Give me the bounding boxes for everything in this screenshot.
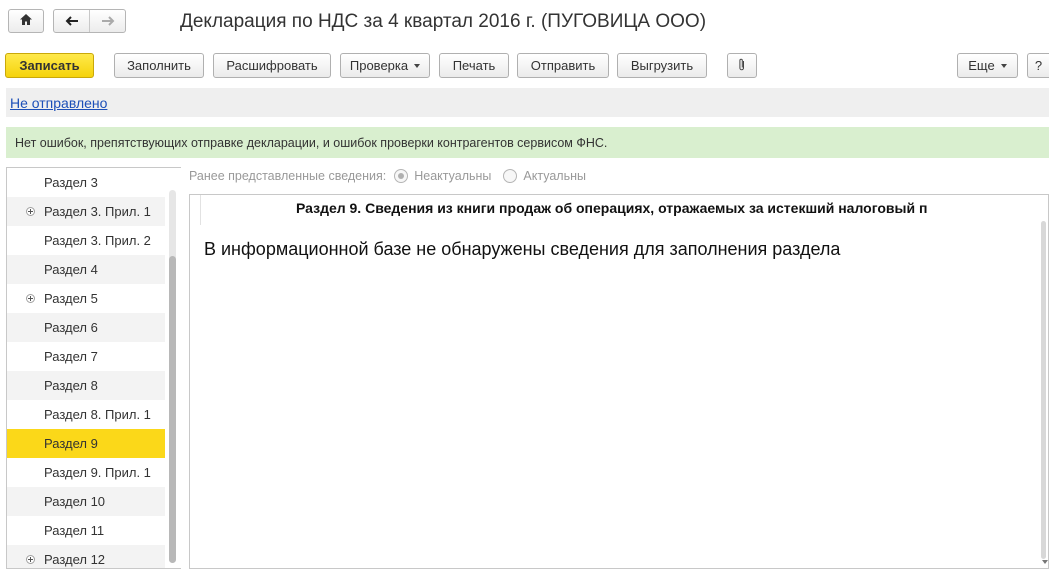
expand-plus-icon[interactable]	[26, 555, 35, 564]
send-status-link[interactable]: Не отправлено	[10, 95, 107, 111]
back-button[interactable]	[54, 10, 89, 32]
sidebar-item-label: Раздел 9	[44, 436, 98, 451]
print-button[interactable]: Печать	[439, 53, 509, 78]
paperclip-icon	[738, 58, 746, 74]
decode-button[interactable]: Расшифровать	[213, 53, 331, 78]
document-scrollbar[interactable]	[1041, 221, 1046, 559]
chevron-down-icon	[1000, 63, 1007, 68]
sidebar-item-section[interactable]: Раздел 6	[7, 313, 165, 342]
send-button[interactable]: Отправить	[517, 53, 609, 78]
sidebar-item-label: Раздел 6	[44, 320, 98, 335]
tree-scrollbar-thumb[interactable]	[169, 256, 176, 563]
sidebar-item-section[interactable]: Раздел 10	[7, 487, 165, 516]
sidebar-item-label: Раздел 5	[44, 291, 98, 306]
chevron-down-icon	[414, 63, 421, 68]
window-title: Декларация по НДС за 4 квартал 2016 г. (…	[180, 11, 707, 32]
sidebar-item-label: Раздел 10	[44, 494, 106, 509]
sidebar-item-label: Раздел 3. Прил. 1	[44, 204, 151, 219]
sidebar-item-label: Раздел 11	[44, 523, 105, 538]
sections-tree: Раздел 3 Раздел 3. Прил. 1 Раздел 3. Прил.…	[6, 167, 181, 569]
section-title: Раздел 9. Сведения из книги продаж об оп…	[296, 200, 928, 216]
document-header: Раздел 9. Сведения из книги продаж об оп…	[190, 195, 1048, 225]
sidebar-item-label: Раздел 8	[44, 378, 98, 393]
sidebar-item-label: Раздел 7	[44, 349, 98, 364]
sidebar-item-label: Раздел 12	[44, 552, 106, 567]
history-navigation	[53, 9, 126, 33]
forward-button[interactable]	[89, 10, 125, 32]
previous-info-selector: Ранее представленные сведения: Неактуаль…	[189, 167, 586, 185]
sidebar-item-section[interactable]: Раздел 8. Прил. 1	[7, 400, 165, 429]
sidebar-item-label: Раздел 3. Прил. 2	[44, 233, 151, 248]
save-button[interactable]: Записать	[5, 53, 94, 78]
expand-plus-icon[interactable]	[26, 294, 35, 303]
sidebar-item-label: Раздел 8. Прил. 1	[44, 407, 151, 422]
no-data-message: В информационной базе не обнаружены свед…	[204, 239, 841, 259]
expand-plus-icon[interactable]	[26, 207, 35, 216]
sidebar-item-section[interactable]: Раздел 8	[7, 371, 165, 400]
arrow-left-icon	[65, 14, 79, 29]
sidebar-item-section[interactable]: Раздел 11	[7, 516, 165, 545]
outdated-radio-label: Неактуальны	[414, 169, 492, 183]
document-row-marker	[190, 195, 201, 225]
tree-scrollbar[interactable]	[169, 190, 176, 563]
sidebar-item-section[interactable]: Раздел 7	[7, 342, 165, 371]
help-button[interactable]: ?	[1027, 53, 1049, 78]
sidebar-item-label: Раздел 4	[44, 262, 98, 277]
sidebar-item-section[interactable]: Раздел 3. Прил. 1	[7, 197, 165, 226]
check-button-label: Проверка	[349, 58, 409, 73]
sidebar-item-label: Раздел 3	[44, 175, 98, 190]
outdated-radio[interactable]	[394, 169, 409, 183]
home-button[interactable]	[8, 9, 44, 33]
sidebar-item-section[interactable]: Раздел 3. Прил. 2	[7, 226, 165, 255]
sidebar-item-section[interactable]: Раздел 12	[7, 545, 165, 568]
scroll-down-icon[interactable]	[1042, 560, 1048, 564]
attachment-button[interactable]	[727, 53, 757, 78]
sidebar-item-section[interactable]: Раздел 9. Прил. 1	[7, 458, 165, 487]
sidebar-item-section[interactable]: Раздел 4	[7, 255, 165, 284]
arrow-right-icon	[101, 14, 115, 29]
section-document: Раздел 9. Сведения из книги продаж об оп…	[189, 194, 1049, 569]
check-result-message: Нет ошибок, препятствующих отправке декл…	[6, 127, 1049, 158]
more-dropdown-button[interactable]: Еще	[957, 53, 1018, 78]
check-dropdown-button[interactable]: Проверка	[340, 53, 430, 78]
home-icon	[19, 13, 33, 29]
sidebar-item-section[interactable]: Раздел 9	[7, 429, 165, 458]
current-radio-label: Актуальны	[523, 169, 586, 183]
sidebar-item-label: Раздел 9. Прил. 1	[44, 465, 151, 480]
current-radio[interactable]	[503, 169, 518, 183]
sidebar-item-section[interactable]: Раздел 3	[7, 168, 165, 197]
fill-button[interactable]: Заполнить	[114, 53, 204, 78]
previous-info-label: Ранее представленные сведения:	[189, 169, 387, 183]
sidebar-item-section[interactable]: Раздел 5	[7, 284, 165, 313]
export-button[interactable]: Выгрузить	[617, 53, 707, 78]
more-button-label: Еще	[968, 58, 995, 73]
status-bar: Не отправлено	[6, 88, 1049, 117]
